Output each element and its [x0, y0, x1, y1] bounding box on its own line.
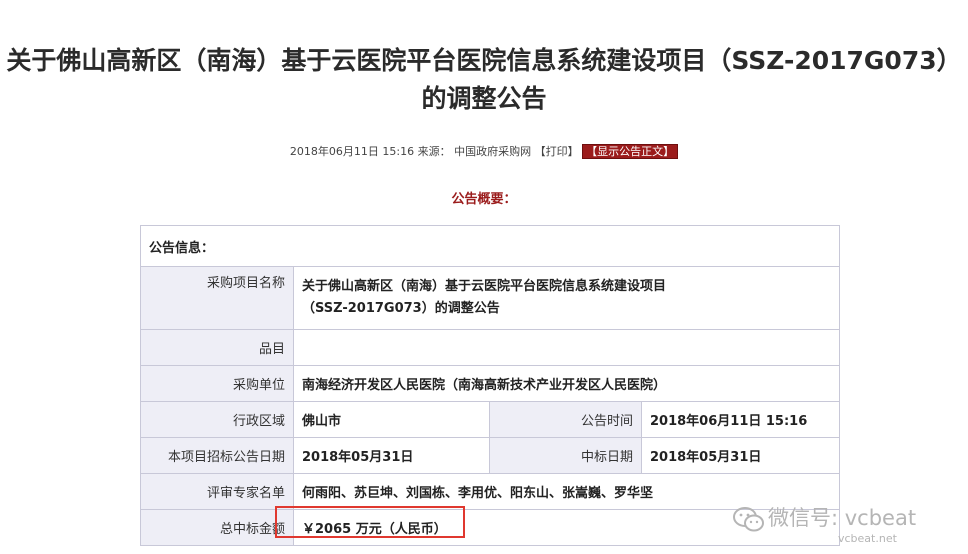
award-date-value: 2018年05月31日: [640, 437, 841, 474]
meta-bar: 2018年06月11日 15:16 来源： 中国政府采购网 【打印】 【显示公告…: [0, 144, 968, 160]
bid-date-value: 2018年05月31日: [293, 437, 490, 474]
wechat-icon: [733, 507, 764, 532]
print-button[interactable]: 【打印】: [535, 145, 579, 158]
project-name-label: 采购项目名称: [140, 266, 294, 330]
amount-highlight-box: [275, 506, 465, 538]
experts-label: 评审专家名单: [140, 473, 294, 510]
amount-label: 总中标金额: [140, 509, 294, 546]
source-label: 来源：: [417, 145, 451, 158]
award-date-label: 中标日期: [489, 437, 642, 474]
table-row: 品目: [140, 329, 841, 366]
watermark-text: 微信号: vcbeat: [768, 506, 917, 530]
title-line-1: 关于佛山高新区（南海）基于云医院平台医院信息系统建设项目（SSZ-2017G07…: [6, 46, 962, 75]
table-row: 公告信息：: [139, 225, 841, 267]
info-header: 公告信息：: [139, 225, 841, 267]
item-label: 品目: [140, 329, 294, 366]
table-row: 行政区域 佛山市 公告时间 2018年06月11日 15:16: [140, 401, 841, 438]
summary-heading: 公告概要：: [451, 192, 517, 207]
purchaser-value: 南海经济开发区人民医院（南海高新技术产业开发区人民医院）: [292, 365, 841, 402]
project-name-value: 关于佛山高新区（南海）基于云医院平台医院信息系统建设项目 （SSZ-2017G0…: [292, 266, 841, 330]
project-name-line-2: （SSZ-2017G073）的调整公告: [302, 301, 500, 316]
item-value: [292, 329, 841, 366]
source-link[interactable]: 中国政府采购网: [454, 145, 531, 158]
title-line-2: 的调整公告: [421, 84, 547, 113]
page-title: 关于佛山高新区（南海）基于云医院平台医院信息系统建设项目（SSZ-2017G07…: [0, 42, 968, 118]
table-row: 本项目招标公告日期 2018年05月31日 中标日期 2018年05月31日: [140, 437, 841, 474]
notice-time-value: 2018年06月11日 15:16: [640, 401, 841, 438]
bid-date-label: 本项目招标公告日期: [140, 437, 294, 474]
purchaser-label: 采购单位: [140, 365, 294, 402]
show-notice-button[interactable]: 【显示公告正文】: [582, 144, 679, 159]
watermark-url: vcbeat.net: [838, 532, 897, 545]
project-name-line-1: 关于佛山高新区（南海）基于云医院平台医院信息系统建设项目: [302, 279, 667, 294]
notice-time-label: 公告时间: [489, 401, 642, 438]
publish-date: 2018年06月11日 15:16: [289, 145, 415, 158]
region-value: 佛山市: [293, 401, 490, 438]
table-row: 采购项目名称 关于佛山高新区（南海）基于云医院平台医院信息系统建设项目 （SSZ…: [140, 266, 841, 330]
notice-info-table: 公告信息： 采购项目名称 关于佛山高新区（南海）基于云医院平台医院信息系统建设项…: [139, 225, 841, 546]
watermark: 微信号: vcbeat vcbeat.net: [728, 500, 958, 550]
region-label: 行政区域: [140, 401, 294, 438]
table-row: 采购单位 南海经济开发区人民医院（南海高新技术产业开发区人民医院）: [140, 365, 841, 402]
